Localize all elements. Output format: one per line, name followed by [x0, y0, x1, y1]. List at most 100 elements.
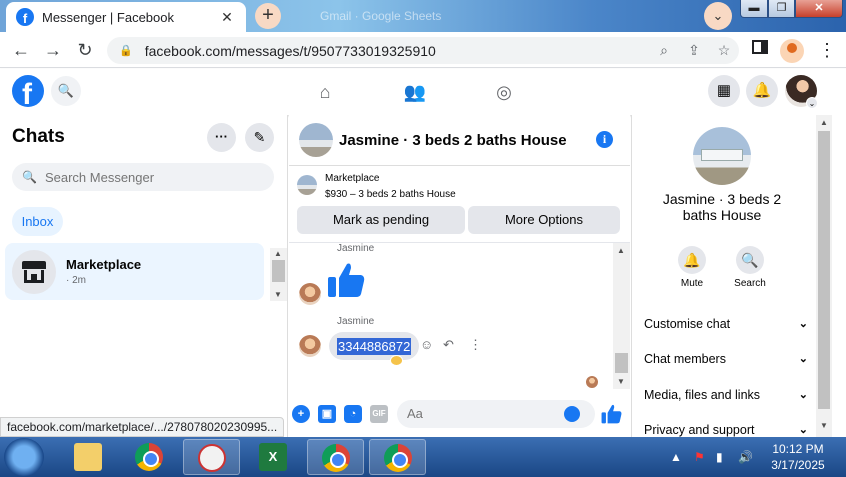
search-label: Search: [734, 278, 766, 289]
sender-name: Jasmine: [337, 243, 375, 254]
info-icon[interactable]: i: [596, 131, 613, 148]
chats-scrollbar[interactable]: ▲ ▼: [270, 248, 287, 301]
chrome-icon: [322, 444, 350, 472]
search-messenger-input[interactable]: [44, 169, 245, 185]
bookmark-star-icon[interactable]: ☆: [709, 42, 739, 59]
folder-icon: [74, 443, 102, 471]
conversation-name: Marketplace: [66, 257, 142, 272]
media-files-links-section[interactable]: Media, files and links ⌄: [644, 382, 808, 408]
sticker-icon[interactable]: ◔: [344, 405, 362, 423]
clock-date[interactable]: 3/17/2025: [768, 458, 828, 472]
react-smiley-icon[interactable]: ☺: [420, 337, 433, 352]
reply-arrow-icon[interactable]: ↶: [443, 337, 454, 353]
forward-arrow-icon[interactable]: →: [40, 38, 66, 62]
bell-icon[interactable]: 🔔: [678, 246, 706, 274]
taskbar-chrome-profile[interactable]: [307, 439, 364, 475]
message-bubble[interactable]: 3344886872: [329, 332, 420, 360]
emoji-icon[interactable]: [564, 406, 580, 422]
listing-photo-large[interactable]: [693, 127, 751, 185]
groups-icon[interactable]: ◎: [491, 79, 517, 105]
scroll-down-arrow-icon[interactable]: ▼: [274, 290, 282, 299]
scroll-down-arrow-icon[interactable]: ▼: [617, 377, 625, 386]
add-plus-icon[interactable]: +: [292, 405, 310, 423]
share-icon[interactable]: ⇪: [679, 42, 709, 59]
scissors-icon: [198, 444, 226, 472]
mark-as-pending-button[interactable]: Mark as pending: [297, 206, 465, 234]
mute-action[interactable]: 🔔 Mute: [665, 246, 719, 289]
message-more-icon[interactable]: ⋮: [469, 337, 482, 353]
new-tab-button[interactable]: +: [255, 3, 281, 29]
scroll-up-arrow-icon[interactable]: ▲: [617, 246, 625, 255]
reload-icon[interactable]: ↻: [72, 38, 98, 62]
friends-icon[interactable]: 👥: [402, 79, 428, 105]
chrome-menu-icon[interactable]: ⋮: [818, 40, 836, 60]
customise-chat-section[interactable]: Customise chat ⌄: [644, 311, 808, 337]
window-close-button[interactable]: ✕: [795, 0, 843, 18]
scroll-up-arrow-icon[interactable]: ▲: [820, 118, 828, 127]
scroll-down-arrow-icon[interactable]: ▼: [820, 421, 828, 430]
search-icon[interactable]: 🔍: [736, 246, 764, 274]
tab-close-icon[interactable]: ✕: [218, 9, 236, 26]
scroll-thumb[interactable]: [818, 131, 830, 409]
system-tray: ▲ ⚑ ▮ 🔊 10:12 PM 3/17/2025: [664, 437, 846, 477]
side-panel-icon[interactable]: [752, 40, 768, 54]
clock-time[interactable]: 10:12 PM: [768, 442, 828, 456]
facebook-search-icon[interactable]: 🔍: [51, 76, 81, 106]
scroll-up-arrow-icon[interactable]: ▲: [274, 249, 282, 258]
search-icon: 🔍: [22, 170, 37, 184]
reaction-emoji-icon[interactable]: [390, 355, 403, 366]
taskbar-excel[interactable]: X: [245, 439, 302, 475]
windows-start-button[interactable]: [4, 438, 44, 476]
network-icon[interactable]: ▮: [716, 450, 723, 464]
show-hidden-icons-icon[interactable]: ▲: [670, 450, 682, 464]
back-arrow-icon[interactable]: ←: [8, 38, 34, 62]
thread-title[interactable]: Jasmine · 3 beds 2 baths House: [339, 132, 567, 149]
listing-photo[interactable]: [299, 123, 333, 157]
chevron-down-icon: ⌄: [798, 318, 808, 330]
taskbar-explorer[interactable]: [60, 439, 117, 475]
window-maximize-button[interactable]: ❐: [768, 0, 795, 18]
sender-avatar[interactable]: [299, 335, 321, 357]
taskbar-chrome[interactable]: [121, 439, 178, 475]
sender-avatar[interactable]: [299, 283, 321, 305]
attach-photo-icon[interactable]: ▣: [318, 405, 336, 423]
search-messenger-field[interactable]: 🔍: [12, 163, 274, 191]
taskbar-chrome-profile[interactable]: [369, 439, 426, 475]
message-input-field[interactable]: [397, 400, 595, 428]
home-icon[interactable]: ⌂: [312, 79, 338, 105]
action-center-flag-icon[interactable]: ⚑: [694, 450, 705, 464]
zoom-icon[interactable]: ⌕: [649, 42, 679, 59]
selected-phone-number[interactable]: 3344886872: [337, 337, 412, 355]
menu-grid-icon[interactable]: ▦: [708, 75, 740, 107]
details-scrollbar[interactable]: ▲ ▼: [816, 115, 832, 437]
facebook-logo-icon[interactable]: f: [12, 75, 44, 107]
chats-options-button[interactable]: ···: [207, 123, 236, 152]
tab-search-chevron-icon[interactable]: ⌄: [704, 2, 732, 30]
message-input[interactable]: [407, 406, 567, 421]
messages-scrollbar[interactable]: ▲ ▼: [613, 243, 630, 389]
account-chevron-icon[interactable]: ⌄: [806, 97, 818, 109]
notifications-bell-icon[interactable]: 🔔: [746, 75, 778, 107]
volume-icon[interactable]: 🔊: [738, 450, 753, 464]
browser-tab-messenger[interactable]: f Messenger | Facebook ✕: [6, 2, 246, 32]
conversation-item-marketplace[interactable]: Marketplace · 2m: [5, 243, 264, 300]
listing-price-title[interactable]: $930 – 3 beds 2 baths House: [325, 189, 456, 200]
send-like-icon[interactable]: [601, 403, 623, 425]
search-action[interactable]: 🔍 Search: [723, 246, 777, 289]
url-text[interactable]: facebook.com/messages/t/9507733019325910: [145, 43, 649, 59]
chrome-profile-icon[interactable]: [780, 39, 804, 63]
more-options-button[interactable]: More Options: [468, 206, 620, 234]
scroll-thumb[interactable]: [272, 260, 285, 282]
new-message-icon[interactable]: ✎: [245, 123, 274, 152]
gif-icon[interactable]: GIF: [370, 405, 388, 423]
details-title: Jasmine · 3 beds 2 baths House: [662, 191, 782, 223]
chat-members-section[interactable]: Chat members ⌄: [644, 346, 808, 372]
background-tab[interactable]: Gmail · Google Sheets: [290, 4, 450, 28]
taskbar-snipping-tool[interactable]: [183, 439, 240, 475]
inbox-tab[interactable]: Inbox: [12, 207, 63, 236]
facebook-favicon-icon: f: [16, 8, 34, 26]
address-bar[interactable]: 🔒 facebook.com/messages/t/95077330193259…: [107, 37, 739, 64]
listing-thumbnail[interactable]: [297, 175, 317, 195]
window-minimize-button[interactable]: ▬: [740, 0, 768, 18]
scroll-thumb[interactable]: [615, 353, 628, 373]
